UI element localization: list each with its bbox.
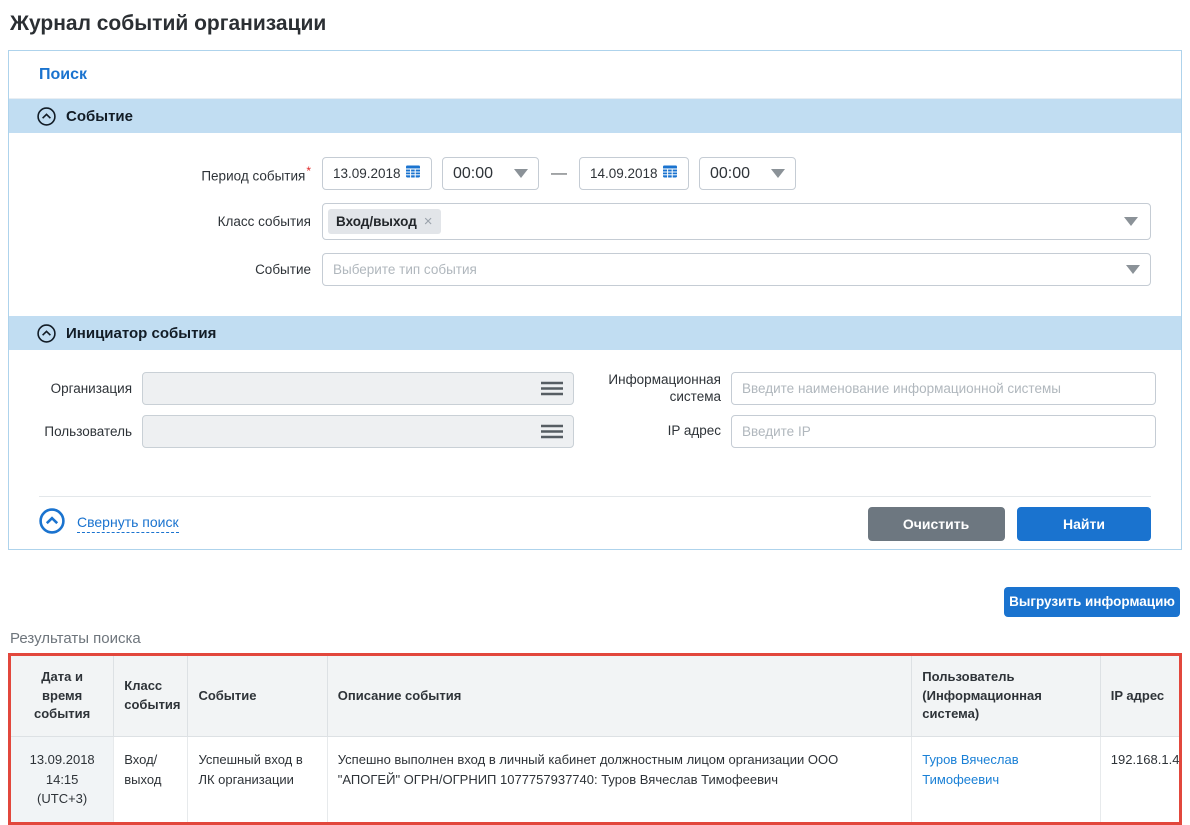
calendar-icon[interactable] (662, 163, 678, 184)
collapse-search[interactable]: Свернуть поиск (39, 508, 179, 539)
collapse-chevron-up-circle-icon[interactable] (39, 508, 65, 539)
event-section-header[interactable]: Событие (9, 99, 1181, 133)
export-button[interactable]: Выгрузить информацию (1004, 587, 1180, 617)
collapse-search-link[interactable]: Свернуть поиск (77, 514, 179, 533)
info-system-input[interactable] (742, 381, 1145, 396)
chevron-down-icon[interactable] (1124, 217, 1138, 226)
cell-event-class: Вход/выход (114, 737, 188, 824)
search-buttons: Очистить Найти (868, 507, 1151, 541)
time-from-value: 00:00 (453, 165, 493, 183)
chevron-up-circle-icon[interactable] (37, 107, 56, 126)
find-button[interactable]: Найти (1017, 507, 1151, 541)
time-to-value: 00:00 (710, 165, 750, 183)
col-header-user: Пользователь (Информационная система) (912, 654, 1100, 737)
user-label: Пользователь (39, 424, 142, 439)
remove-tag-icon[interactable]: × (424, 214, 433, 229)
export-row: Выгрузить информацию (8, 587, 1180, 617)
organization-label: Организация (39, 381, 142, 396)
hamburger-lookup-icon[interactable] (541, 424, 563, 439)
selected-tag: Вход/выход × (328, 209, 441, 234)
user-field[interactable] (142, 415, 574, 448)
info-system-label: Информационная система (584, 372, 731, 406)
clear-button[interactable]: Очистить (868, 507, 1005, 541)
initiator-section-title: Инициатор события (66, 325, 216, 342)
event-type-label: Событие (39, 262, 317, 277)
cell-description: Успешно выполнен вход в личный кабинет д… (327, 737, 911, 824)
results-table: Дата и время события Класс события Событ… (8, 653, 1182, 825)
initiator-section-header[interactable]: Инициатор события (9, 316, 1181, 350)
hamburger-lookup-icon[interactable] (541, 381, 563, 396)
page: Журнал событий организации Поиск Событие… (0, 0, 1190, 825)
user-row: Пользователь IP адрес (39, 415, 1151, 448)
tag-label: Вход/выход (336, 214, 417, 229)
required-asterisk: * (306, 164, 311, 178)
col-header-ip: IP адрес (1100, 654, 1180, 737)
initiator-section-fields: Организация Информационная система Польз… (9, 350, 1181, 476)
ip-label: IP адрес (584, 423, 731, 440)
time-from-dropdown[interactable]: 00:00 (442, 157, 539, 190)
event-type-row: Событие (39, 253, 1151, 286)
page-title: Журнал событий организации (10, 12, 1182, 36)
calendar-icon[interactable] (405, 163, 421, 184)
ip-input[interactable] (742, 424, 1145, 439)
event-type-dropdown[interactable] (322, 253, 1151, 286)
event-class-label: Класс события (39, 214, 317, 229)
table-header-row: Дата и время события Класс события Событ… (10, 654, 1181, 737)
chevron-down-icon[interactable] (514, 169, 528, 178)
info-system-field[interactable] (731, 372, 1156, 405)
search-panel-title: Поиск (9, 51, 1181, 99)
date-from-input[interactable] (333, 166, 405, 181)
organization-row: Организация Информационная система (39, 372, 1151, 406)
organization-field[interactable] (142, 372, 574, 405)
date-to-field[interactable] (579, 157, 689, 190)
col-header-datetime: Дата и время события (10, 654, 114, 737)
event-section-fields: Период события* 00:00 — (9, 133, 1181, 316)
chevron-down-icon[interactable] (771, 169, 785, 178)
search-panel: Поиск Событие Период события* 0 (8, 50, 1182, 550)
range-separator: — (551, 165, 567, 183)
event-section-title: Событие (66, 108, 133, 125)
chevron-down-icon[interactable] (1126, 265, 1140, 274)
date-to-input[interactable] (590, 166, 662, 181)
results-title: Результаты поиска (10, 630, 1182, 647)
col-header-description: Описание события (327, 654, 911, 737)
chevron-up-circle-icon[interactable] (37, 324, 56, 343)
period-label: Период события* (39, 164, 317, 184)
cell-datetime: 13.09.2018 14:15 (UTC+3) (10, 737, 114, 824)
time-to-dropdown[interactable]: 00:00 (699, 157, 796, 190)
ip-field[interactable] (731, 415, 1156, 448)
event-class-multiselect[interactable]: Вход/выход × (322, 203, 1151, 240)
period-row: Период события* 00:00 — (39, 157, 1151, 190)
col-header-event: Событие (188, 654, 327, 737)
search-footer: Свернуть поиск Очистить Найти (39, 496, 1151, 549)
event-class-row: Класс события Вход/выход × (39, 203, 1151, 240)
cell-ip: 192.168.1.4 (1100, 737, 1180, 824)
cell-user: Туров Вячеслав Тимофеевич (912, 737, 1100, 824)
date-from-field[interactable] (322, 157, 432, 190)
event-type-input[interactable] (333, 262, 1126, 277)
cell-event: Успешный вход в ЛК организации (188, 737, 327, 824)
col-header-event-class: Класс события (114, 654, 188, 737)
table-row: 13.09.2018 14:15 (UTC+3) Вход/выход Успе… (10, 737, 1181, 824)
